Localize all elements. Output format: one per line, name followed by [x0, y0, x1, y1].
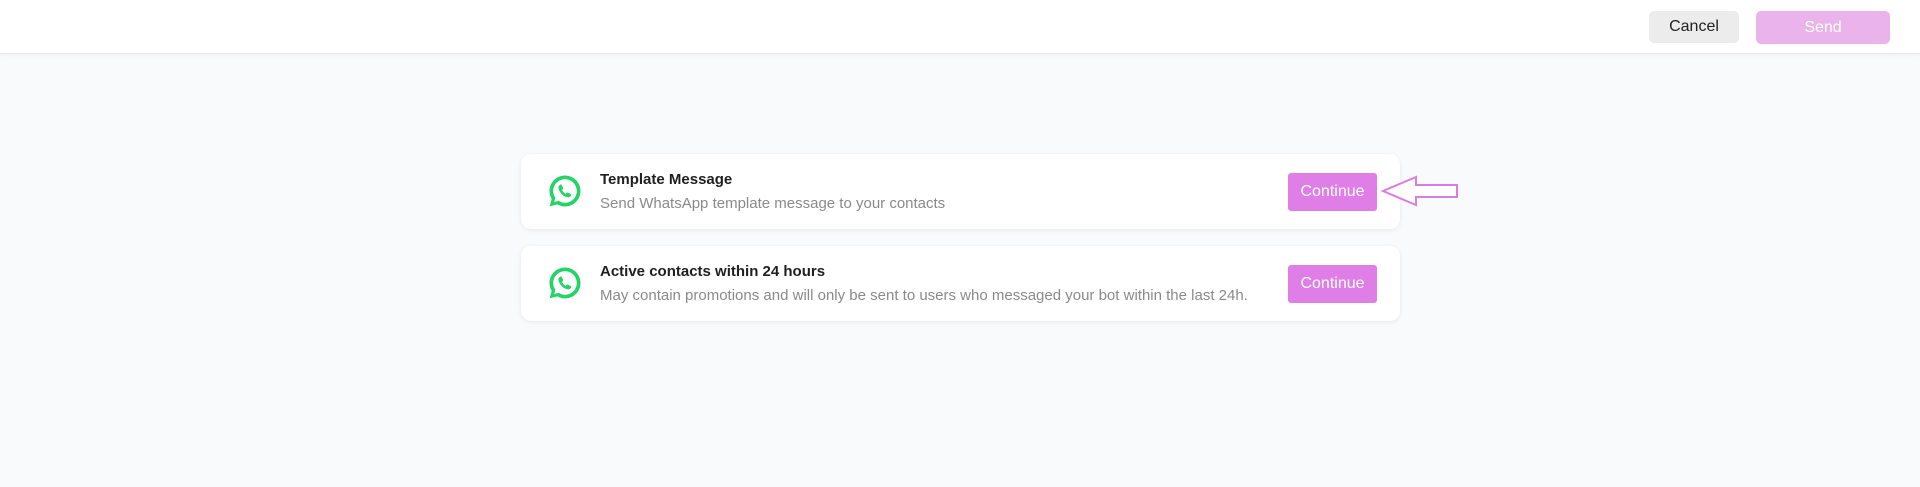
- continue-button-active-contacts[interactable]: Continue: [1288, 265, 1377, 303]
- option-description: Send WhatsApp template message to your c…: [600, 195, 946, 212]
- continue-button-template-message[interactable]: Continue: [1288, 173, 1377, 211]
- whatsapp-icon: [549, 267, 581, 299]
- annotation-arrow-icon: [1381, 175, 1458, 207]
- whatsapp-icon: [549, 175, 581, 207]
- option-description: May contain promotions and will only be …: [600, 287, 1248, 304]
- cancel-button[interactable]: Cancel: [1649, 11, 1739, 43]
- send-button[interactable]: Send: [1756, 11, 1890, 44]
- option-title: Template Message: [600, 171, 733, 188]
- option-card-active-contacts: Active contacts within 24 hours May cont…: [521, 246, 1400, 321]
- option-title: Active contacts within 24 hours: [600, 263, 826, 280]
- top-bar: Cancel Send: [0, 0, 1920, 54]
- option-card-template-message: Template Message Send WhatsApp template …: [521, 154, 1400, 229]
